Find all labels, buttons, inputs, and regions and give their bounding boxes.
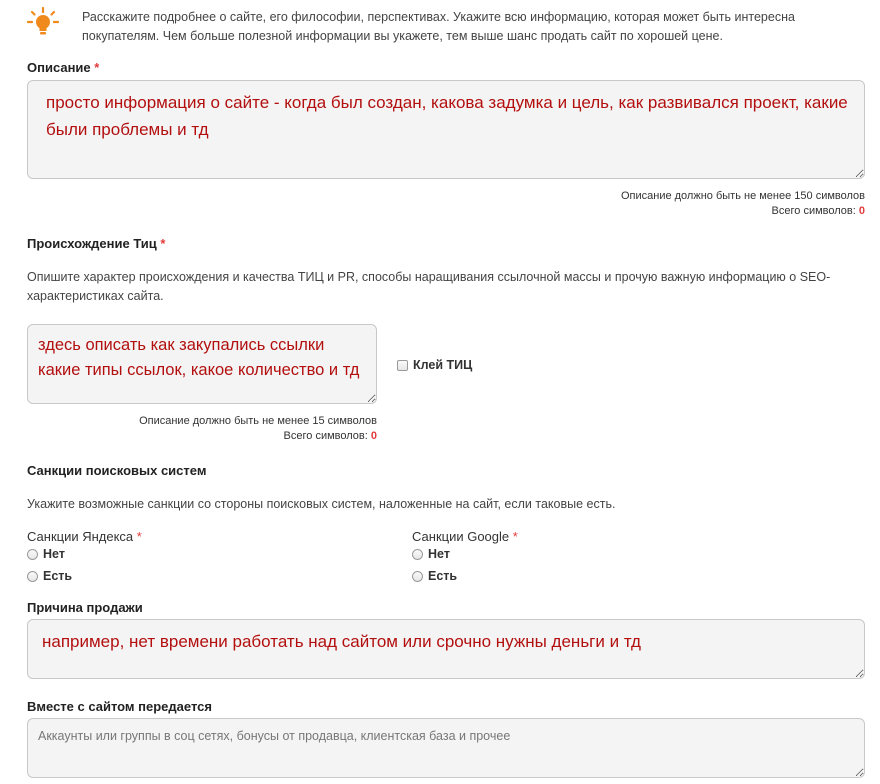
google-no-radio[interactable] — [412, 549, 423, 560]
required-mark: * — [136, 529, 142, 544]
intro-text-line2: покупателям. Чем больше полезной информа… — [82, 29, 723, 43]
description-count: 0 — [858, 205, 865, 217]
yandex-yes-label: Есть — [43, 569, 73, 583]
tic-count-line: Всего символов: 0 — [27, 429, 377, 444]
google-yes-label: Есть — [428, 569, 458, 583]
tic-label-text: Происхождение Тиц — [27, 236, 157, 251]
reason-label: Причина продажи — [27, 600, 143, 615]
description-note: Описание должно быть не менее 150 символ… — [621, 189, 865, 219]
tic-hint: Опишите характер происхождения и качеств… — [27, 268, 872, 306]
tic-hint-line2: характеристиках сайта. — [27, 289, 164, 303]
tic-note: Описание должно быть не менее 15 символо… — [27, 414, 377, 444]
tic-label: Происхождение Тиц * — [27, 236, 165, 251]
description-count-label: Всего символов: — [771, 205, 856, 217]
tic-hint-line1: Опишите характер происхождения и качеств… — [27, 270, 831, 284]
yandex-no-label: Нет — [43, 547, 65, 561]
description-label-text: Описание — [27, 60, 91, 75]
description-textarea[interactable] — [27, 80, 865, 179]
required-mark: * — [94, 60, 100, 75]
required-mark: * — [160, 236, 166, 251]
yandex-sanctions-label-text: Санкции Яндекса — [27, 529, 134, 544]
tic-count-label: Всего символов: — [283, 430, 368, 442]
google-no-label: Нет — [428, 547, 450, 561]
yandex-no-radio[interactable] — [27, 549, 38, 560]
tic-count: 0 — [370, 430, 377, 442]
tic-min-note: Описание должно быть не менее 15 символо… — [139, 415, 377, 427]
description-label: Описание * — [27, 60, 99, 75]
description-count-line: Всего символов: 0 — [621, 204, 865, 219]
google-sanctions-label: Санкции Google * — [412, 529, 518, 544]
google-yes-radio[interactable] — [412, 571, 423, 582]
glue-tic-checkbox[interactable] — [397, 360, 408, 371]
yandex-sanctions-label: Санкции Яндекса * — [27, 529, 142, 544]
intro-text-line1: Расскажите подробнее о сайте, его филосо… — [82, 10, 795, 24]
intro-text: Расскажите подробнее о сайте, его филосо… — [82, 8, 872, 46]
transfer-label: Вместе с сайтом передается — [27, 699, 212, 714]
tic-textarea[interactable] — [27, 324, 377, 404]
required-mark: * — [512, 529, 518, 544]
sanctions-hint: Укажите возможные санкции со стороны пои… — [27, 497, 616, 511]
reason-textarea[interactable] — [27, 619, 865, 679]
yandex-yes-radio[interactable] — [27, 571, 38, 582]
description-min-note: Описание должно быть не менее 150 символ… — [620, 190, 865, 202]
sanctions-title: Санкции поисковых систем — [27, 463, 207, 478]
transfer-textarea[interactable] — [27, 718, 865, 778]
google-sanctions-label-text: Санкции Google — [412, 529, 510, 544]
glue-tic-label: Клей ТИЦ — [413, 358, 473, 372]
lightbulb-icon — [26, 6, 60, 40]
